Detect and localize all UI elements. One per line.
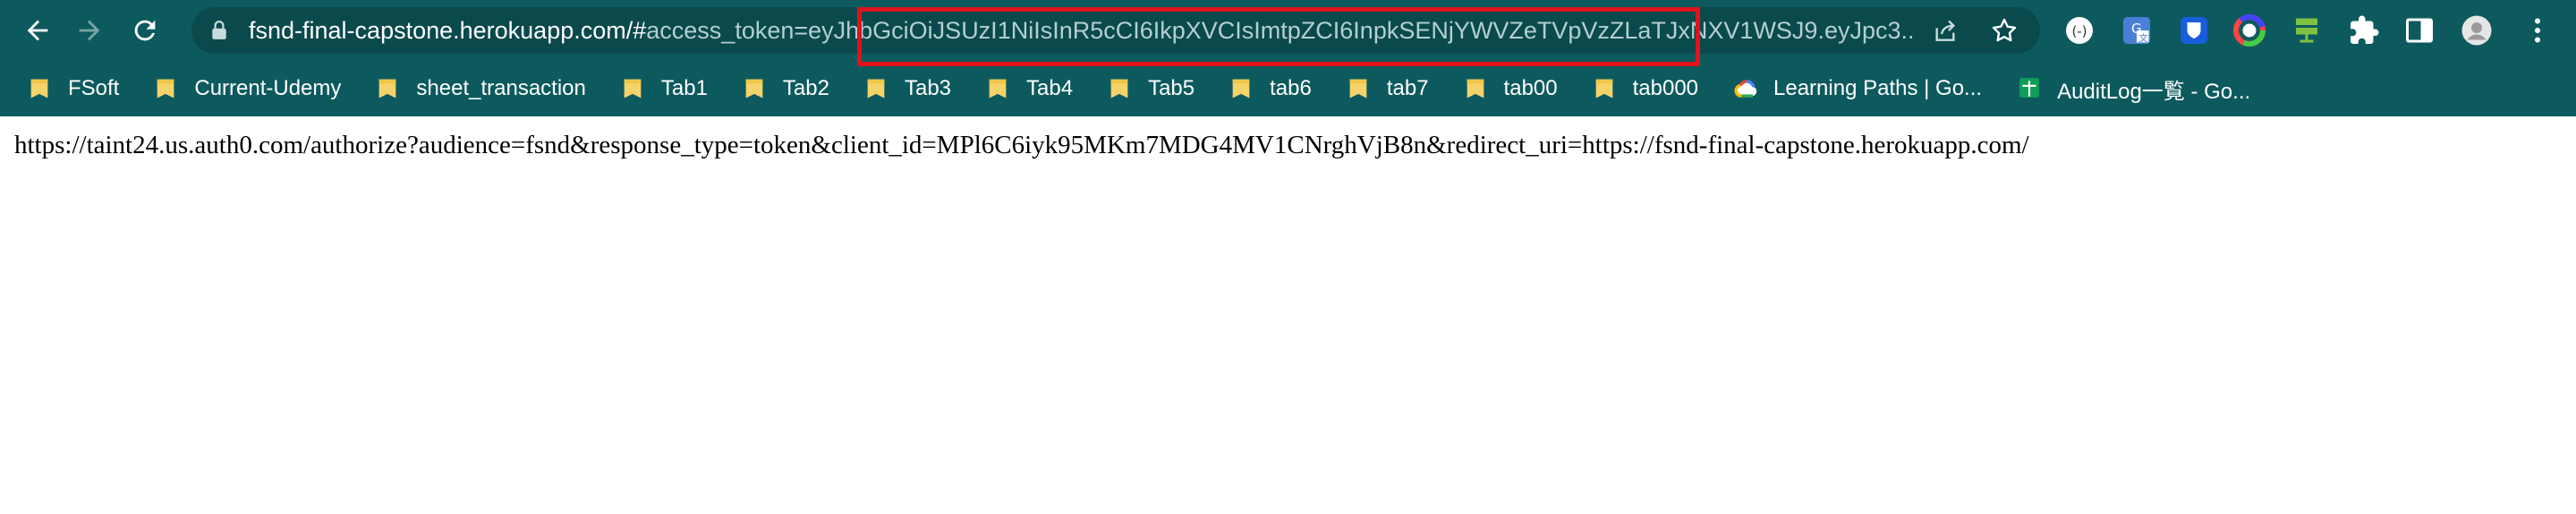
bookmark-item[interactable]: Current-Udemy <box>155 69 353 108</box>
bookmark-label: tab6 <box>1270 76 1312 100</box>
extension-tree[interactable] <box>2283 7 2330 54</box>
back-button[interactable] <box>14 7 61 54</box>
bookmark-item[interactable]: Tab4 <box>987 69 1085 108</box>
color-wheel-icon <box>2233 14 2266 47</box>
bookmark-label: sheet_transaction <box>416 76 586 100</box>
extension-google-translate[interactable]: G文 <box>2113 7 2160 54</box>
bookmark-label: Learning Paths | Go... <box>1773 76 1983 100</box>
url-text[interactable]: fsnd-final-capstone.herokuapp.com/# acces… <box>249 17 1913 45</box>
bookmark-label: Tab1 <box>660 76 708 100</box>
google-sheets-icon <box>2018 76 2039 101</box>
browser-chrome: fsnd-final-capstone.herokuapp.com/# acces… <box>0 0 2576 116</box>
folder-icon <box>744 76 765 101</box>
side-panel-button[interactable] <box>2396 7 2443 54</box>
folder-icon <box>1230 76 1252 101</box>
more-vertical-icon <box>2535 18 2540 43</box>
bookmark-item[interactable]: Tab1 <box>622 69 720 108</box>
folder-icon <box>1109 76 1130 101</box>
bookmark-label: Tab2 <box>782 76 829 100</box>
face-extension-icon: (-) <box>2066 17 2093 44</box>
folder-icon <box>29 76 50 101</box>
profile-button[interactable] <box>2453 7 2500 54</box>
bookmark-label: Tab5 <box>1148 76 1195 100</box>
bookmark-item[interactable]: tab6 <box>1230 69 1324 108</box>
forward-button[interactable] <box>66 7 113 54</box>
folder-icon <box>987 76 1008 101</box>
folder-icon <box>622 76 643 101</box>
bookmark-label: Current-Udemy <box>194 76 342 100</box>
shield-icon <box>2181 17 2207 44</box>
bookmark-label: tab000 <box>1632 76 1699 100</box>
bookmark-label: Tab3 <box>904 76 952 100</box>
reload-button[interactable] <box>122 7 168 54</box>
url-host: fsnd-final-capstone.herokuapp.com/# <box>249 16 647 44</box>
share-icon <box>1935 20 1956 41</box>
bookmark-item[interactable]: Tab5 <box>1109 69 1207 108</box>
bookmark-label: AuditLog一覧 - Go... <box>2057 79 2251 104</box>
folder-icon <box>1465 76 1486 101</box>
menu-button[interactable] <box>2514 7 2561 54</box>
bookmark-label: tab00 <box>1503 76 1558 100</box>
side-panel-icon <box>2406 18 2433 43</box>
bookmark-item[interactable]: Learning Paths | Go... <box>1734 69 1994 108</box>
bookmark-star-button[interactable] <box>1981 7 2028 54</box>
address-bar[interactable]: fsnd-final-capstone.herokuapp.com/# acces… <box>191 7 2040 66</box>
tree-icon <box>2296 18 2317 43</box>
avatar-icon <box>2461 15 2492 46</box>
page-body-text: https://taint24.us.auth0.com/authorize?a… <box>14 131 2029 159</box>
extensions-button[interactable] <box>2341 7 2387 54</box>
bookmark-label: tab7 <box>1386 76 1429 100</box>
bookmark-item[interactable]: Tab2 <box>744 69 842 108</box>
extension-bitwarden[interactable] <box>2171 7 2217 54</box>
bookmark-item[interactable]: Tab3 <box>865 69 964 108</box>
folder-icon <box>1348 76 1369 101</box>
bookmark-label: Tab4 <box>1026 76 1074 100</box>
svg-text:文: 文 <box>2138 32 2148 44</box>
bookmark-item[interactable]: tab7 <box>1348 69 1441 108</box>
bookmark-item[interactable]: AuditLog一覧 - Go... <box>2018 69 2263 108</box>
url-fragment: access_token=eyJhbGciOiJSUzI1NiIsInR5cCI… <box>646 16 1913 44</box>
extension-tampermonkey[interactable]: (-) <box>2056 7 2103 54</box>
share-button[interactable] <box>1922 7 1968 54</box>
extension-color-picker[interactable] <box>2226 7 2273 54</box>
folder-icon <box>1594 76 1615 101</box>
bookmark-label: FSoft <box>68 76 120 100</box>
translate-icon: G文 <box>2123 17 2150 44</box>
bookmark-item[interactable]: tab00 <box>1465 69 1570 108</box>
star-icon <box>1992 18 2017 42</box>
folder-icon <box>155 76 176 101</box>
folder-icon <box>865 76 887 101</box>
bookmark-item[interactable]: FSoft <box>29 69 132 108</box>
back-arrow-icon <box>27 20 48 41</box>
bookmark-item[interactable]: tab000 <box>1594 69 1711 108</box>
page-content: https://taint24.us.auth0.com/authorize?a… <box>0 116 2576 175</box>
forward-arrow-icon <box>79 20 100 41</box>
bookmarks-bar: FSoft Current-Udemy sheet_transaction Tab1 T… <box>0 61 2576 116</box>
folder-icon <box>377 76 398 101</box>
reload-icon <box>134 20 156 41</box>
svg-text:(-): (-) <box>2071 23 2087 39</box>
google-cloud-icon <box>1734 76 1757 101</box>
puzzle-icon <box>2351 15 2379 44</box>
bookmark-item[interactable]: sheet_transaction <box>377 69 598 108</box>
lock-icon <box>211 19 231 42</box>
omnibox-actions <box>1922 7 2028 54</box>
browser-toolbar: fsnd-final-capstone.herokuapp.com/# acces… <box>0 0 2576 66</box>
